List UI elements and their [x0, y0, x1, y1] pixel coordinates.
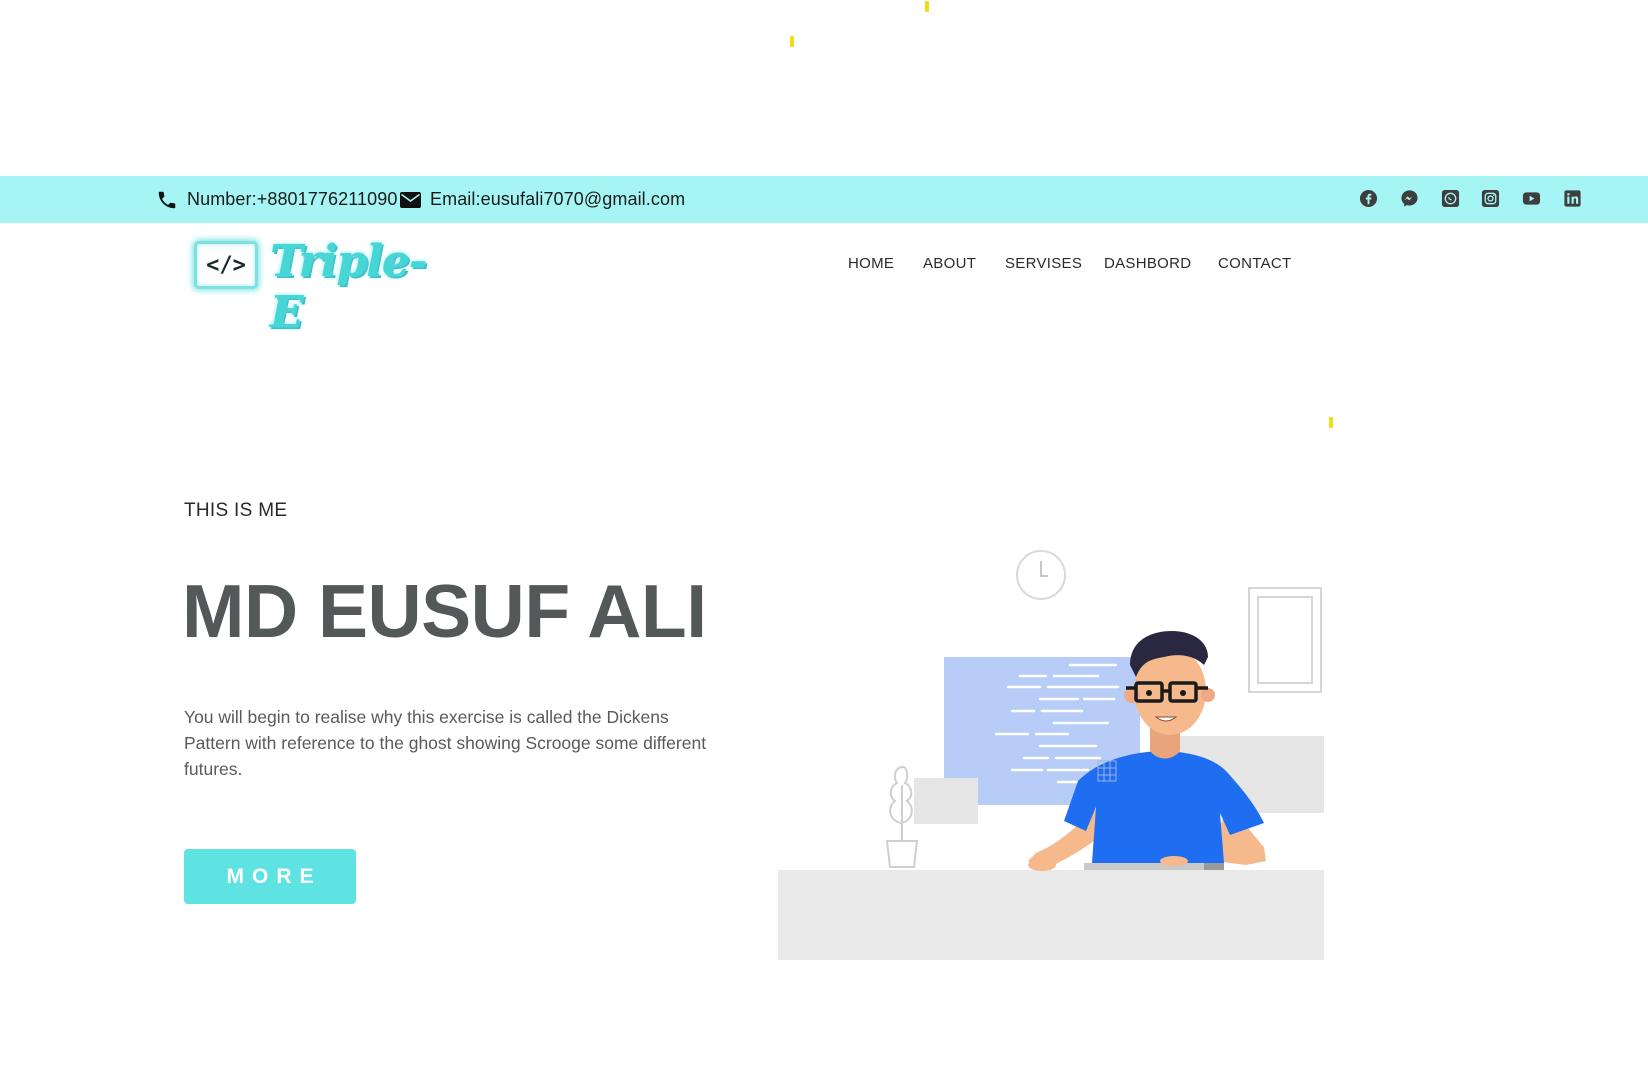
nav-about[interactable]: ABOUT — [923, 255, 976, 272]
plant-icon — [885, 765, 919, 868]
developer-illustration — [778, 550, 1324, 960]
facebook-icon[interactable] — [1358, 188, 1378, 208]
nav-home[interactable]: HOME — [848, 255, 894, 272]
youtube-icon[interactable] — [1521, 188, 1541, 208]
envelope-icon — [400, 191, 421, 208]
instagram-icon[interactable] — [1480, 188, 1500, 208]
sparkle-mark — [925, 1, 929, 12]
code-bracket-icon: </> — [194, 241, 258, 289]
more-button[interactable]: MORE — [184, 849, 356, 904]
wall-clock-icon — [1016, 550, 1066, 600]
messenger-icon[interactable] — [1399, 188, 1419, 208]
sparkle-mark — [790, 36, 794, 47]
nav-services[interactable]: SERVISES — [1005, 255, 1082, 272]
wall-frame — [1248, 587, 1322, 693]
hero-title: MD EUSUF ALI — [182, 569, 707, 653]
site-logo[interactable]: </> Triple-E — [190, 236, 430, 338]
sparkle-mark — [1329, 417, 1333, 428]
email-contact[interactable]: Email:eusufali7070@gmail.com — [400, 176, 685, 223]
phone-contact[interactable]: Number:+8801776211090 — [156, 176, 397, 223]
phone-number-text: Number:+8801776211090 — [187, 189, 398, 209]
hero-eyebrow: THIS IS ME — [184, 500, 288, 521]
logo-wordmark: Triple-E — [270, 236, 427, 338]
linkedin-icon[interactable] — [1562, 188, 1582, 208]
nav-contact[interactable]: CONTACT — [1218, 255, 1291, 272]
whatsapp-icon[interactable] — [1440, 188, 1460, 208]
phone-icon — [158, 191, 176, 208]
email-address-text: Email:eusufali7070@gmail.com — [430, 189, 686, 209]
hero-description: You will begin to realise why this exerc… — [184, 707, 707, 779]
nav-dashboard[interactable]: DASHBORD — [1104, 255, 1191, 272]
